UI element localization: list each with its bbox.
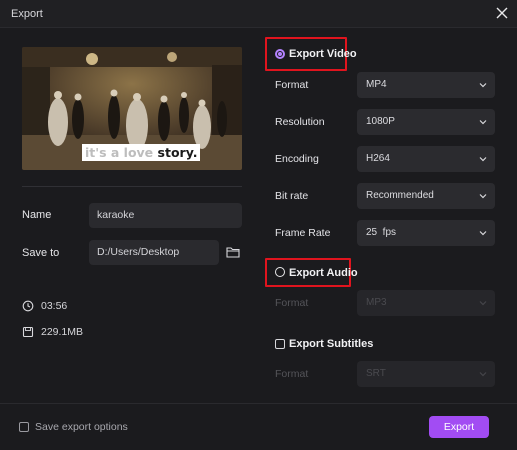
subtitle-format-value: SRT bbox=[366, 368, 386, 379]
export-video-radio[interactable] bbox=[275, 49, 285, 59]
export-video-label[interactable]: Export Video bbox=[289, 48, 357, 60]
subtitle-format-select: SRT bbox=[357, 361, 495, 387]
resolution-value: 1080P bbox=[366, 116, 395, 127]
chevron-down-icon bbox=[479, 120, 487, 125]
format-value: MP4 bbox=[366, 79, 387, 90]
left-divider bbox=[22, 186, 242, 187]
export-audio-label[interactable]: Export Audio bbox=[289, 267, 358, 279]
title-bar: Export bbox=[0, 0, 517, 28]
footer-divider bbox=[0, 403, 517, 404]
video-preview: it's a love story. bbox=[22, 47, 242, 170]
export-subtitles-label[interactable]: Export Subtitles bbox=[289, 338, 373, 350]
save-to-label: Save to bbox=[22, 247, 60, 259]
chevron-down-icon bbox=[479, 372, 487, 377]
encoding-label: Encoding bbox=[275, 153, 319, 165]
bitrate-select[interactable]: Recommended bbox=[357, 183, 495, 209]
chevron-down-icon bbox=[479, 231, 487, 236]
frame-rate-label: Frame Rate bbox=[275, 227, 331, 239]
frame-rate-select[interactable]: 25 fps bbox=[357, 220, 495, 246]
chevron-down-icon bbox=[479, 83, 487, 88]
folder-icon[interactable] bbox=[226, 246, 240, 258]
caption-dim-text: it's a love bbox=[85, 145, 154, 160]
close-icon[interactable] bbox=[493, 4, 511, 22]
export-subtitles-checkbox[interactable] bbox=[275, 339, 285, 349]
export-button[interactable]: Export bbox=[429, 416, 489, 438]
bitrate-label: Bit rate bbox=[275, 190, 309, 202]
audio-format-label: Format bbox=[275, 297, 309, 309]
bitrate-value: Recommended bbox=[366, 190, 434, 201]
frame-rate-value: 25 fps bbox=[366, 227, 397, 238]
encoding-value: H264 bbox=[366, 153, 390, 164]
clock-icon bbox=[22, 300, 34, 312]
resolution-select[interactable]: 1080P bbox=[357, 109, 495, 135]
save-options-label[interactable]: Save export options bbox=[35, 421, 128, 433]
window-title: Export bbox=[11, 8, 43, 20]
encoding-select[interactable]: H264 bbox=[357, 146, 495, 172]
name-input[interactable]: karaoke bbox=[89, 203, 242, 228]
resolution-label: Resolution bbox=[275, 116, 325, 128]
format-select[interactable]: MP4 bbox=[357, 72, 495, 98]
chevron-down-icon bbox=[479, 194, 487, 199]
caption-bold-text: story. bbox=[157, 145, 198, 160]
chevron-down-icon bbox=[479, 157, 487, 162]
chevron-down-icon bbox=[479, 301, 487, 306]
export-audio-radio[interactable] bbox=[275, 267, 285, 277]
audio-format-select: MP3 bbox=[357, 290, 495, 316]
file-size-text: 229.1MB bbox=[41, 326, 84, 338]
file-size-icon bbox=[22, 326, 34, 338]
name-label: Name bbox=[22, 209, 52, 221]
subtitle-caption: it's a love story. bbox=[82, 144, 201, 161]
save-path-input[interactable]: D:/Users/Desktop bbox=[89, 240, 219, 265]
save-options-checkbox[interactable] bbox=[19, 422, 29, 432]
duration-text: 03:56 bbox=[41, 300, 68, 312]
subtitle-format-label: Format bbox=[275, 368, 309, 380]
audio-format-value: MP3 bbox=[366, 297, 387, 308]
format-label: Format bbox=[275, 79, 309, 91]
